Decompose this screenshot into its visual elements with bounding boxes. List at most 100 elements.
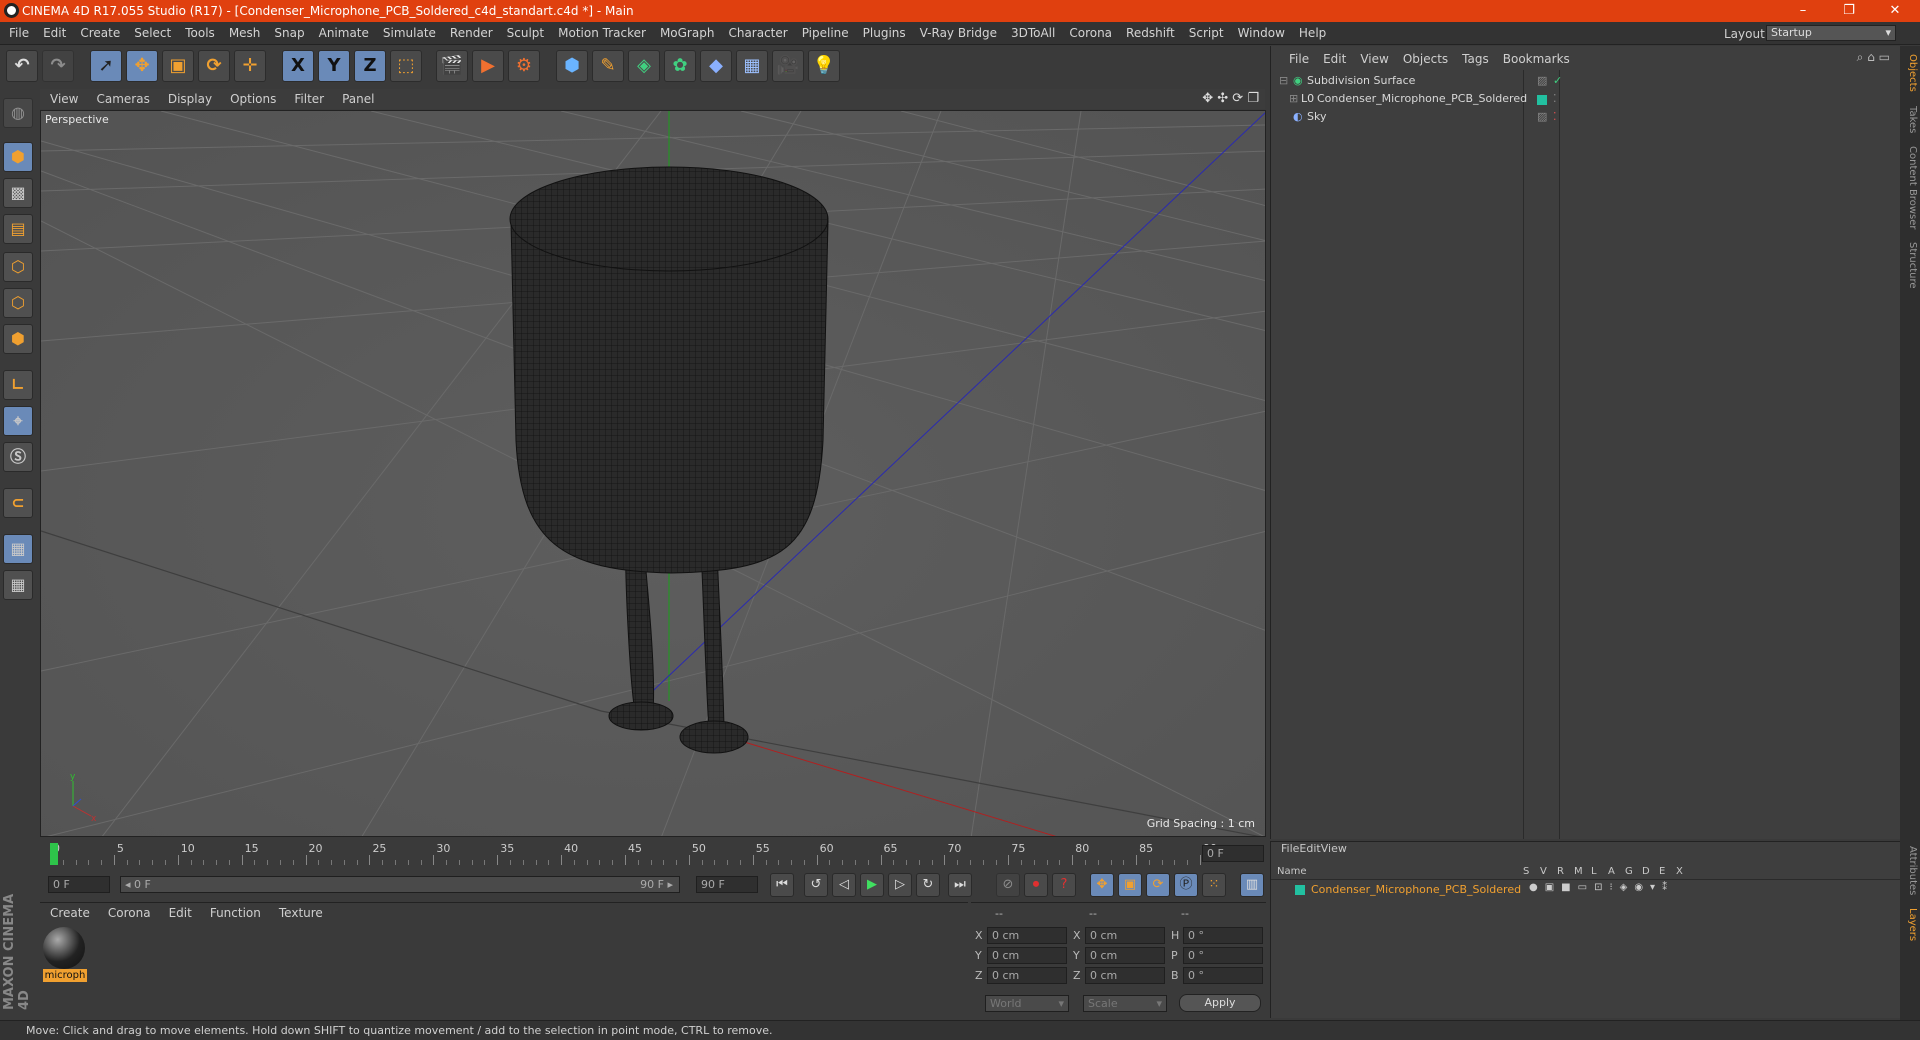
object-menu-bookmarks[interactable]: Bookmarks — [1495, 46, 1576, 66]
floor-button[interactable]: ▦ — [736, 50, 768, 82]
menu-render[interactable]: Render — [443, 22, 500, 40]
menu-corona[interactable]: Corona — [1062, 22, 1119, 40]
viewport-menu-panel[interactable]: Panel — [332, 89, 382, 106]
polygons-mode-button[interactable]: ⬢ — [3, 324, 33, 354]
home-icon[interactable]: ⌂ — [1867, 50, 1875, 64]
pan-icon[interactable]: ✥ — [1202, 91, 1213, 106]
key-scale-button[interactable]: ▣ — [1118, 873, 1142, 897]
menu-mograph[interactable]: MoGraph — [653, 22, 722, 40]
viewport-menu-filter[interactable]: Filter — [284, 89, 332, 106]
object-row-sky[interactable]: ◐ Sky ▨ ⁚ — [1275, 110, 1899, 128]
object-menu-file[interactable]: File — [1281, 46, 1315, 66]
scale-button[interactable]: ▣ — [162, 50, 194, 82]
object-menu-objects[interactable]: Objects — [1395, 46, 1454, 66]
timeline-ruler[interactable]: 051015202530354045505560657075808590 0 F — [40, 841, 1266, 867]
menu-simulate[interactable]: Simulate — [376, 22, 443, 40]
object-row-microphone[interactable]: ⊞ L0 Condenser_Microphone_PCB_Soldered ⁚ — [1275, 92, 1899, 110]
points-mode-button[interactable]: ⬡ — [3, 252, 33, 282]
menu-script[interactable]: Script — [1182, 22, 1231, 40]
tab-structure[interactable]: Structure — [1902, 242, 1918, 289]
maximize-view-icon[interactable]: ❐ — [1247, 91, 1259, 106]
coord-field[interactable]: 0 cm — [987, 927, 1067, 944]
solo-button[interactable]: Ⓢ — [3, 442, 33, 472]
coord-field[interactable]: 0 cm — [1085, 927, 1165, 944]
locked-workplane-button[interactable]: ▦ — [3, 534, 33, 564]
keyframe-selection-button[interactable]: ? — [1052, 873, 1076, 897]
axis-mode-button[interactable]: ∟ — [3, 370, 33, 400]
playhead[interactable] — [50, 843, 58, 865]
viewport-menu-view[interactable]: View — [40, 89, 86, 106]
timeline-button[interactable]: ▥ — [1240, 873, 1264, 897]
menu-file[interactable]: File — [2, 22, 36, 40]
cube-button[interactable]: ⬢ — [556, 50, 588, 82]
y-axis-button[interactable]: Y — [318, 50, 350, 82]
size-mode-select[interactable]: Scale ▾ — [1083, 995, 1167, 1012]
coordinate-mode-select[interactable]: World ▾ — [985, 995, 1069, 1012]
layer-menu-edit[interactable]: Edit — [1299, 842, 1320, 855]
object-menu-tags[interactable]: Tags — [1454, 46, 1495, 66]
next-frame-button[interactable]: ▷ — [888, 873, 912, 897]
layer-menu-view[interactable]: View — [1321, 842, 1347, 855]
pen-spline-button[interactable]: ✎ — [592, 50, 624, 82]
orbit-icon[interactable]: ⟳ — [1232, 91, 1243, 106]
redo-button[interactable]: ↷ — [42, 50, 74, 82]
snap-button[interactable]: ⊂ — [3, 488, 33, 518]
autokey-button[interactable]: ⏺ — [1024, 873, 1048, 897]
go-to-end-button[interactable]: ⏭ — [948, 873, 972, 897]
live-selection-button[interactable]: ➚ — [90, 50, 122, 82]
menu-tools[interactable]: Tools — [178, 22, 222, 40]
tab-objects[interactable]: Objects — [1902, 54, 1918, 92]
x-axis-button[interactable]: X — [282, 50, 314, 82]
menu-pipeline[interactable]: Pipeline — [795, 22, 856, 40]
material-menu-corona[interactable]: Corona — [98, 903, 159, 920]
viewport-menu-cameras[interactable]: Cameras — [86, 89, 157, 106]
layer-row[interactable]: Condenser_Microphone_PCB_Soldered ●▣■▭⊡⁝… — [1275, 882, 1895, 898]
previous-frame-button[interactable]: ◁ — [832, 873, 856, 897]
menu-3dtoall[interactable]: 3DToAll — [1004, 22, 1062, 40]
frame-range-slider[interactable]: ◂ 0 F 90 F ▸ — [120, 876, 680, 893]
tab-takes[interactable]: Takes — [1902, 106, 1918, 133]
close-button[interactable]: ✕ — [1872, 0, 1918, 22]
camera-button[interactable]: 🎥 — [772, 50, 804, 82]
tab-layers[interactable]: Layers — [1902, 908, 1918, 941]
menu-create[interactable]: Create — [73, 22, 127, 40]
object-menu-edit[interactable]: Edit — [1315, 46, 1352, 66]
tab-content-browser[interactable]: Content Browser — [1902, 146, 1918, 229]
coord-field[interactable]: 0 ° — [1183, 967, 1263, 984]
menu-sculpt[interactable]: Sculpt — [500, 22, 551, 40]
viewport-menu-display[interactable]: Display — [158, 89, 220, 106]
coord-field[interactable]: 0 cm — [987, 967, 1067, 984]
object-menu-view[interactable]: View — [1352, 46, 1394, 66]
subdivision-button[interactable]: ◈ — [628, 50, 660, 82]
perspective-viewport[interactable]: y x Perspective Grid Spacing : 1 cm — [40, 110, 1266, 837]
tweak-mode-button[interactable]: ⌖ — [3, 406, 33, 436]
render-view-button[interactable]: 🎬 — [436, 50, 468, 82]
material-swatch[interactable]: microph — [43, 927, 87, 983]
light-button[interactable]: 💡 — [808, 50, 840, 82]
workplane-mode-button[interactable]: ▤ — [3, 214, 33, 244]
undo-button[interactable]: ↶ — [6, 50, 38, 82]
search-icon[interactable]: ⌕ — [1857, 50, 1864, 64]
coord-field[interactable]: 0 ° — [1183, 947, 1263, 964]
menu-character[interactable]: Character — [721, 22, 794, 40]
texture-mode-button[interactable]: ▩ — [3, 178, 33, 208]
render-picture-viewer-button[interactable]: ▶ — [472, 50, 504, 82]
menu-mesh[interactable]: Mesh — [222, 22, 268, 40]
go-to-start-button[interactable]: ⏮ — [770, 873, 794, 897]
last-tool-button[interactable]: ✛ — [234, 50, 266, 82]
tab-attributes[interactable]: Attributes — [1902, 846, 1918, 895]
coord-field[interactable]: 0 cm — [1085, 947, 1165, 964]
expand-icon[interactable]: ⊟ — [1279, 74, 1288, 87]
dolly-icon[interactable]: ✣ — [1217, 91, 1228, 106]
render-settings-button[interactable]: ⚙ — [508, 50, 540, 82]
rotate-button[interactable]: ⟳ — [198, 50, 230, 82]
menu-motion-tracker[interactable]: Motion Tracker — [551, 22, 653, 40]
make-editable-button[interactable]: ◍ — [3, 98, 33, 128]
key-pla-button[interactable]: ⁙ — [1202, 873, 1226, 897]
material-menu-function[interactable]: Function — [200, 903, 269, 920]
start-frame-field[interactable]: 0 F — [48, 876, 110, 893]
model-mode-button[interactable]: ⬢ — [3, 142, 33, 172]
key-parameter-button[interactable]: Ⓟ — [1174, 873, 1198, 897]
layer-menu-file[interactable]: File — [1281, 842, 1299, 855]
menu-animate[interactable]: Animate — [312, 22, 376, 40]
